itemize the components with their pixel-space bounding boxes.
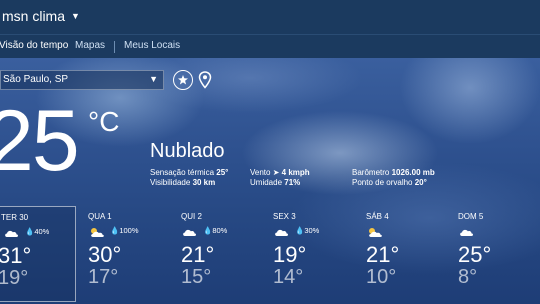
nav-divider: [114, 41, 115, 53]
forecast-low: 19°: [0, 267, 29, 289]
partly-cloudy-icon: [460, 229, 473, 236]
forecast-high: 21°: [181, 242, 215, 267]
forecast-low: 10°: [366, 266, 397, 288]
forecast-day[interactable]: QUI 2 💧80% 21° 15°: [181, 206, 273, 302]
top-bar: msn clima ▼: [0, 0, 540, 34]
sun-cloud-icon: [91, 228, 104, 237]
forecast-day-name: SÁB 4: [366, 212, 389, 221]
precipitation: 💧100%: [110, 226, 139, 235]
barometer: Barômetro 1026.00 mb: [352, 168, 435, 177]
wind: Vento ➤ 4 kmph: [250, 168, 310, 177]
forecast-low: 17°: [88, 266, 119, 288]
favorite-button[interactable]: [173, 70, 193, 90]
forecast-low: 8°: [458, 266, 478, 288]
partly-cloudy-icon: [5, 230, 18, 237]
wind-direction-icon: ➤: [272, 168, 280, 177]
nav-bar: Visão do tempo Mapas Meus Locais: [0, 34, 540, 59]
chevron-down-icon: ▼: [149, 74, 158, 84]
precipitation: 💧40%: [25, 227, 50, 236]
tab-mapas[interactable]: Mapas: [75, 40, 105, 51]
precipitation: 💧80%: [203, 226, 228, 235]
forecast-day[interactable]: SEX 3 💧30% 19° 14°: [273, 206, 365, 302]
forecast-day[interactable]: SÁB 4 21° 10°: [366, 206, 458, 302]
app-title: msn clima: [2, 8, 66, 24]
feels-like: Sensação térmica 25°: [150, 168, 229, 177]
star-plus-icon: [178, 75, 188, 85]
app-title-menu[interactable]: msn clima ▼: [2, 8, 80, 24]
forecast-high: 25°: [458, 242, 492, 267]
dew-point: Ponto de orvalho 20°: [352, 178, 427, 187]
chevron-down-icon: ▼: [71, 11, 80, 21]
partly-cloudy-icon: [183, 229, 196, 236]
forecast-day-name: SEX 3: [273, 212, 296, 221]
daily-forecast: TER 30 💧40% 31° 19° QUA 1 💧100% 30° 17° …: [0, 206, 540, 304]
location-search-input[interactable]: São Paulo, SP ▼: [0, 70, 164, 90]
forecast-high: 19°: [273, 242, 307, 267]
forecast-day[interactable]: QUA 1 💧100% 30° 17°: [88, 206, 180, 302]
current-condition: Nublado: [150, 140, 225, 162]
forecast-low: 15°: [181, 266, 212, 288]
forecast-day-name: QUI 2: [181, 212, 202, 221]
forecast-day-name: QUA 1: [88, 212, 112, 221]
temperature-unit[interactable]: °C: [88, 108, 119, 136]
sun-cloud-icon: [369, 228, 382, 237]
tab-visao-do-tempo[interactable]: Visão do tempo: [0, 40, 68, 51]
forecast-day[interactable]: DOM 5 25° 8°: [458, 206, 538, 302]
visibility: Visibilidade 30 km: [150, 178, 216, 187]
humidity: Umidade 71%: [250, 178, 301, 187]
partly-cloudy-icon: [275, 229, 288, 236]
forecast-low: 14°: [273, 266, 304, 288]
tab-meus-locais[interactable]: Meus Locais: [124, 40, 180, 51]
forecast-day[interactable]: TER 30 💧40% 31° 19°: [0, 206, 76, 302]
forecast-high: 30°: [88, 242, 122, 267]
current-location-button[interactable]: [198, 71, 212, 89]
current-temperature: 25: [0, 93, 80, 189]
precipitation: 💧30%: [295, 226, 320, 235]
location-value: São Paulo, SP: [3, 74, 69, 85]
forecast-day-name: DOM 5: [458, 212, 484, 221]
map-pin-icon: [198, 71, 212, 89]
forecast-high: 31°: [0, 243, 32, 268]
forecast-day-name: TER 30: [1, 213, 29, 222]
forecast-high: 21°: [366, 242, 400, 267]
